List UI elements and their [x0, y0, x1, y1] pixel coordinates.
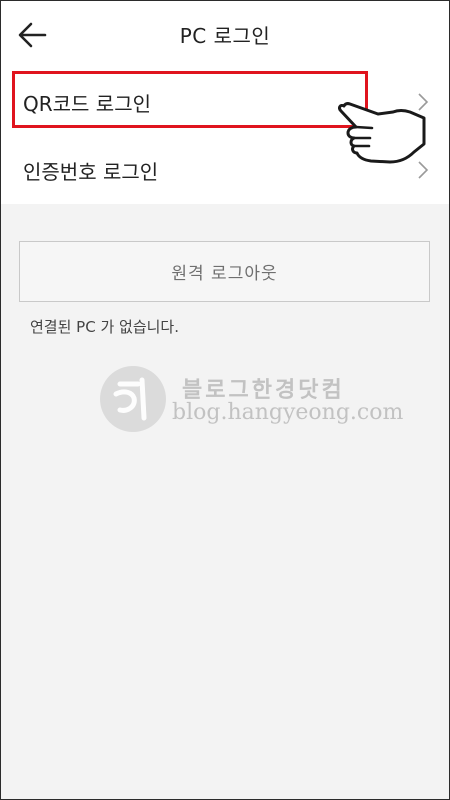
verification-code-login-label: 인증번호 로그인: [23, 159, 159, 184]
remote-logout-button[interactable]: 원격 로그아웃: [19, 241, 430, 302]
watermark: 블로그한경닷컴 blog.hangyeong.com: [98, 364, 403, 436]
qr-code-login-label: QR코드 로그인: [23, 91, 151, 116]
back-button[interactable]: [14, 18, 50, 52]
page-title: PC 로그인: [179, 23, 271, 48]
app-header: PC 로그인: [0, 0, 450, 68]
pointing-hand-icon: [338, 102, 426, 164]
watermark-logo-icon: [100, 366, 166, 432]
back-arrow-icon: [18, 22, 47, 48]
connection-status-text: 연결된 PC 가 없습니다.: [30, 318, 179, 336]
watermark-text-url: blog.hangyeong.com: [172, 400, 404, 425]
